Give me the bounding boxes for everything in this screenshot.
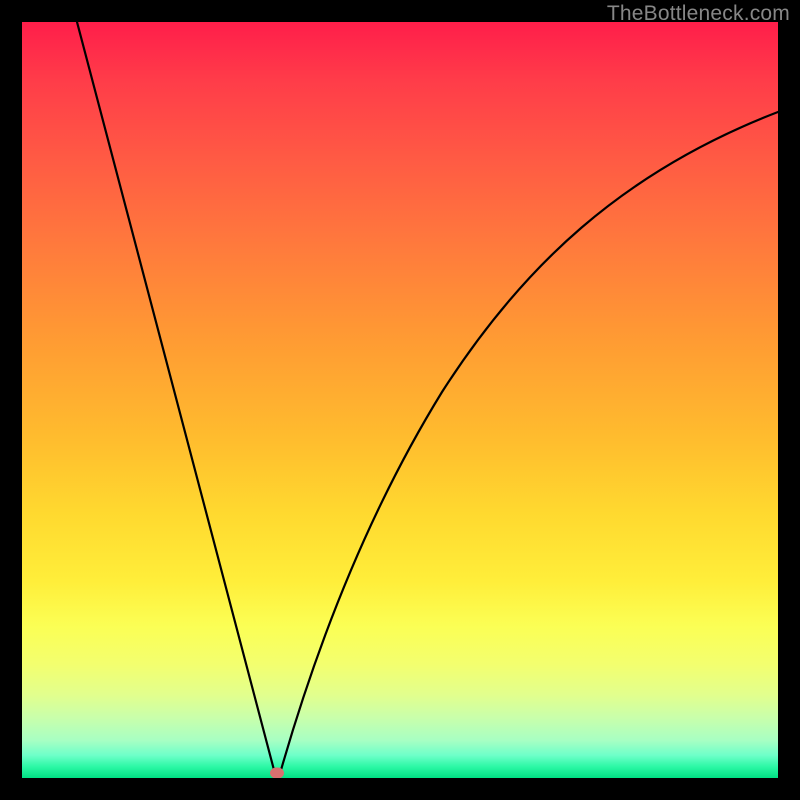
optimal-point-marker xyxy=(270,768,284,779)
watermark-text: TheBottleneck.com xyxy=(607,2,790,26)
chart-frame: TheBottleneck.com xyxy=(0,0,800,800)
plot-area xyxy=(22,22,778,778)
bottleneck-curve xyxy=(22,22,778,778)
